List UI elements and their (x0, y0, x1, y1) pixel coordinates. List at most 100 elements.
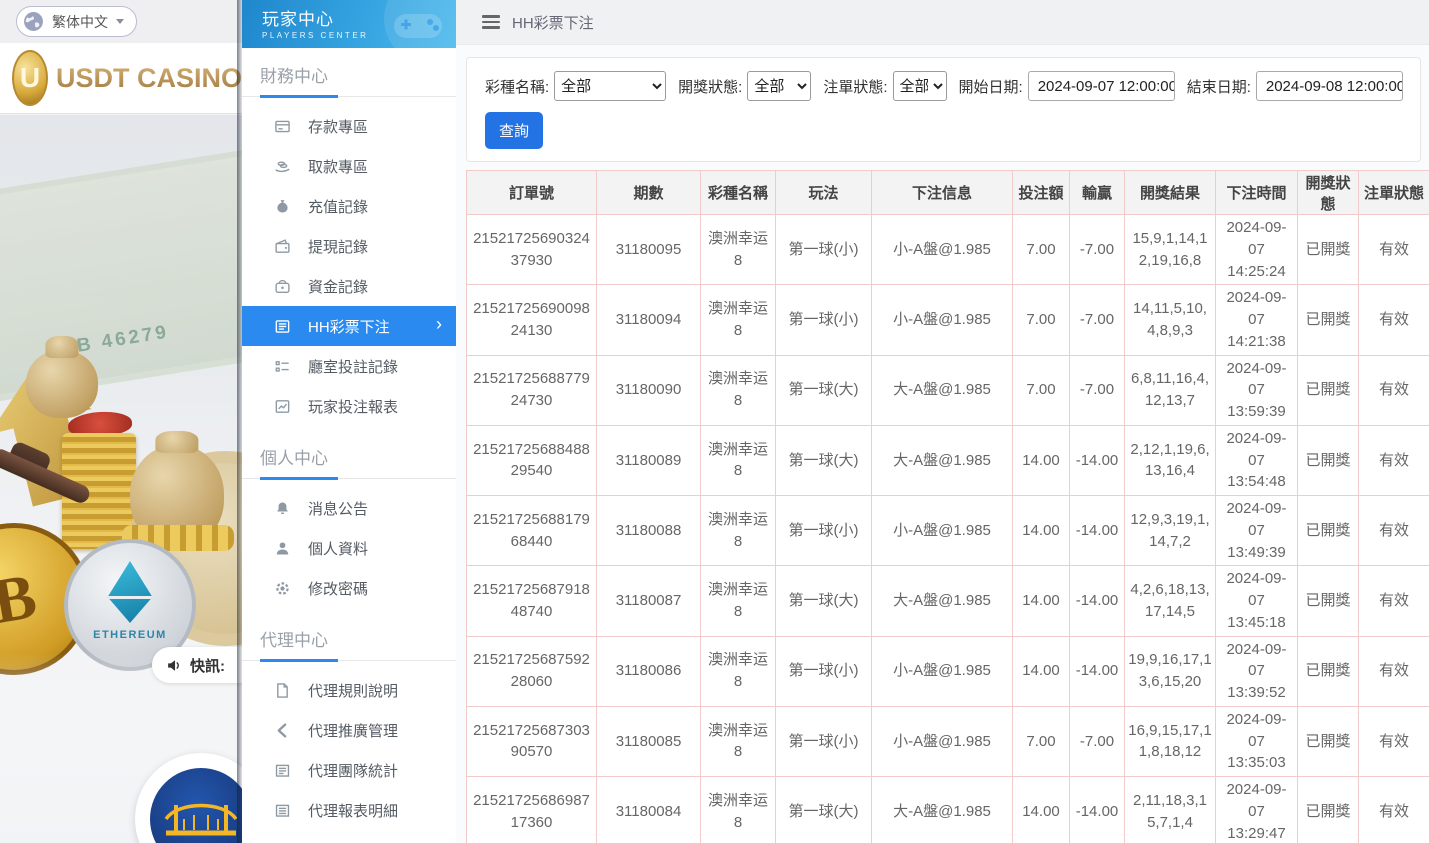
col-bet-info: 下注信息 (872, 171, 1013, 215)
table-cell: 有效 (1359, 636, 1429, 706)
gear-icon (274, 580, 291, 597)
table-cell: 第一球(大) (776, 566, 872, 636)
sidebar-item-withdrawal-record[interactable]: 提現記錄 (242, 226, 456, 266)
sidebar-section-finance: 財務中心 (242, 62, 456, 97)
table-cell: 2152172568817968440 (467, 496, 597, 566)
language-bar: 繁体中文 (0, 0, 242, 43)
table-cell: 2152172568759228060 (467, 636, 597, 706)
table-cell: -7.00 (1070, 285, 1125, 355)
table-cell: 已開獎 (1298, 425, 1359, 495)
table-cell: 小-A盤@1.985 (872, 496, 1013, 566)
col-bet-time: 下注時間 (1216, 171, 1298, 215)
col-draw-status: 開獎狀態 (1298, 171, 1359, 215)
start-date-input[interactable] (1028, 71, 1175, 101)
casino-banner-art: KB 46279 B ETHEREUM (0, 115, 242, 843)
table-cell: 有效 (1359, 215, 1429, 285)
table-cell: 2152172568791848740 (467, 566, 597, 636)
sidebar-item-funds-record[interactable]: 資金記錄 (242, 266, 456, 306)
sidebar-item-recharge-record[interactable]: 充值記錄 (242, 186, 456, 226)
table-cell: 澳洲幸运8 (701, 215, 776, 285)
col-bet-amount: 投注額 (1013, 171, 1070, 215)
share-icon (274, 722, 291, 739)
start-date-label: 開始日期: (959, 76, 1023, 97)
table-cell: 有效 (1359, 777, 1429, 843)
table-cell: 19,9,16,17,13,6,15,20 (1125, 636, 1216, 706)
table-row: 215217256884882954031180089澳洲幸运8第一球(大)大-… (467, 425, 1429, 495)
end-date-input[interactable] (1256, 71, 1403, 101)
table-cell: 有效 (1359, 355, 1429, 425)
table-cell: -7.00 (1070, 215, 1125, 285)
table-cell: 31180089 (597, 425, 701, 495)
language-selector[interactable]: 繁体中文 (16, 6, 137, 37)
lottery-type-select[interactable]: 全部 (554, 71, 666, 101)
withdrawal-record-icon (274, 238, 291, 255)
table-cell: 第一球(小) (776, 636, 872, 706)
withdraw-hand-icon (274, 158, 291, 175)
speaker-icon (166, 657, 183, 674)
table-cell: 第一球(大) (776, 777, 872, 843)
table-cell: 小-A盤@1.985 (872, 285, 1013, 355)
table-cell: 14.00 (1013, 425, 1070, 495)
table-cell: 2024-09-07 13:59:39 (1216, 355, 1298, 425)
table-row: 215217256887792473031180090澳洲幸运8第一球(大)大-… (467, 355, 1429, 425)
lottery-bet-icon (274, 318, 291, 335)
table-cell: 31180090 (597, 355, 701, 425)
sidebar-item-deposit[interactable]: 存款專區 (242, 106, 456, 146)
ethereum-diamond-icon (102, 561, 158, 623)
table-row: 215217256875922806031180086澳洲幸运8第一球(小)小-… (467, 636, 1429, 706)
end-date-label: 結束日期: (1187, 76, 1251, 97)
table-cell: 第一球(大) (776, 425, 872, 495)
sidebar-item-agent-members[interactable]: 代理下級會員 (242, 830, 456, 843)
table-cell: 14.00 (1013, 636, 1070, 706)
language-label: 繁体中文 (52, 12, 108, 32)
sidebar-item-agent-team-stats[interactable]: 代理團隊統計 (242, 750, 456, 790)
personal-menu: 消息公告 個人資料 修改密碼 (242, 479, 456, 612)
sidebar-item-announcements[interactable]: 消息公告 (242, 488, 456, 528)
table-cell: 2024-09-07 13:45:18 (1216, 566, 1298, 636)
table-cell: 已開獎 (1298, 215, 1359, 285)
sidebar: 玩家中心 PLAYERS CENTER 財務中心 存款專區 取款專區 充值記錄 (242, 0, 456, 843)
table-body: 215217256903243793031180095澳洲幸运8第一球(小)小-… (467, 215, 1429, 843)
brand-coin-logo: U (12, 50, 48, 106)
search-button[interactable]: 查詢 (485, 112, 543, 149)
table-cell: 2024-09-07 13:39:52 (1216, 636, 1298, 706)
table-row: 215217256879184874031180087澳洲幸运8第一球(大)大-… (467, 566, 1429, 636)
table-cell: -7.00 (1070, 706, 1125, 776)
table-cell: 澳洲幸运8 (701, 706, 776, 776)
table-cell: 2152172568848829540 (467, 425, 597, 495)
money-bag-art (26, 350, 98, 418)
order-status-label: 注單狀態: (823, 76, 887, 97)
sidebar-item-agent-promotion[interactable]: 代理推廣管理 (242, 710, 456, 750)
table-cell: 31180095 (597, 215, 701, 285)
table-cell: 14,11,5,10,4,8,9,3 (1125, 285, 1216, 355)
hall-bet-record-icon (274, 358, 291, 375)
bets-table: 訂單號 期數 彩種名稱 玩法 下注信息 投注額 輸贏 開獎結果 下注時間 開獎狀… (466, 170, 1429, 843)
table-cell: 澳洲幸运8 (701, 566, 776, 636)
sidebar-item-agent-report-detail[interactable]: 代理報表明細 (242, 790, 456, 830)
draw-status-label: 開獎狀態: (678, 76, 742, 97)
sidebar-item-withdraw[interactable]: 取款專區 (242, 146, 456, 186)
sidebar-item-hall-bet-record[interactable]: 廳室投註記錄 (242, 346, 456, 386)
sidebar-item-profile[interactable]: 個人資料 (242, 528, 456, 568)
page-title: HH彩票下注 (512, 12, 594, 33)
table-cell: 2024-09-07 13:29:47 (1216, 777, 1298, 843)
sidebar-item-lottery-bets[interactable]: HH彩票下注 › (242, 306, 456, 346)
sidebar-item-change-password[interactable]: 修改密碼 (242, 568, 456, 608)
player-report-icon (274, 398, 291, 415)
table-cell: 2,11,18,3,15,7,1,4 (1125, 777, 1216, 843)
order-status-select[interactable]: 全部 (893, 71, 947, 101)
col-period: 期數 (597, 171, 701, 215)
sidebar-item-agent-rules[interactable]: 代理規則說明 (242, 670, 456, 710)
sidebar-item-player-report[interactable]: 玩家投注報表 (242, 386, 456, 426)
table-cell: 7.00 (1013, 706, 1070, 776)
table-cell: 12,9,3,19,1,14,7,2 (1125, 496, 1216, 566)
table-cell: 2,12,1,19,6,13,16,4 (1125, 425, 1216, 495)
col-win-loss: 輸贏 (1070, 171, 1125, 215)
table-cell: 2152172568877924730 (467, 355, 597, 425)
draw-status-select[interactable]: 全部 (747, 71, 811, 101)
caret-down-icon (116, 19, 124, 24)
col-order-status: 注單狀態 (1359, 171, 1429, 215)
menu-toggle-icon[interactable] (482, 15, 500, 29)
table-cell: 小-A盤@1.985 (872, 215, 1013, 285)
table-cell: 已開獎 (1298, 285, 1359, 355)
